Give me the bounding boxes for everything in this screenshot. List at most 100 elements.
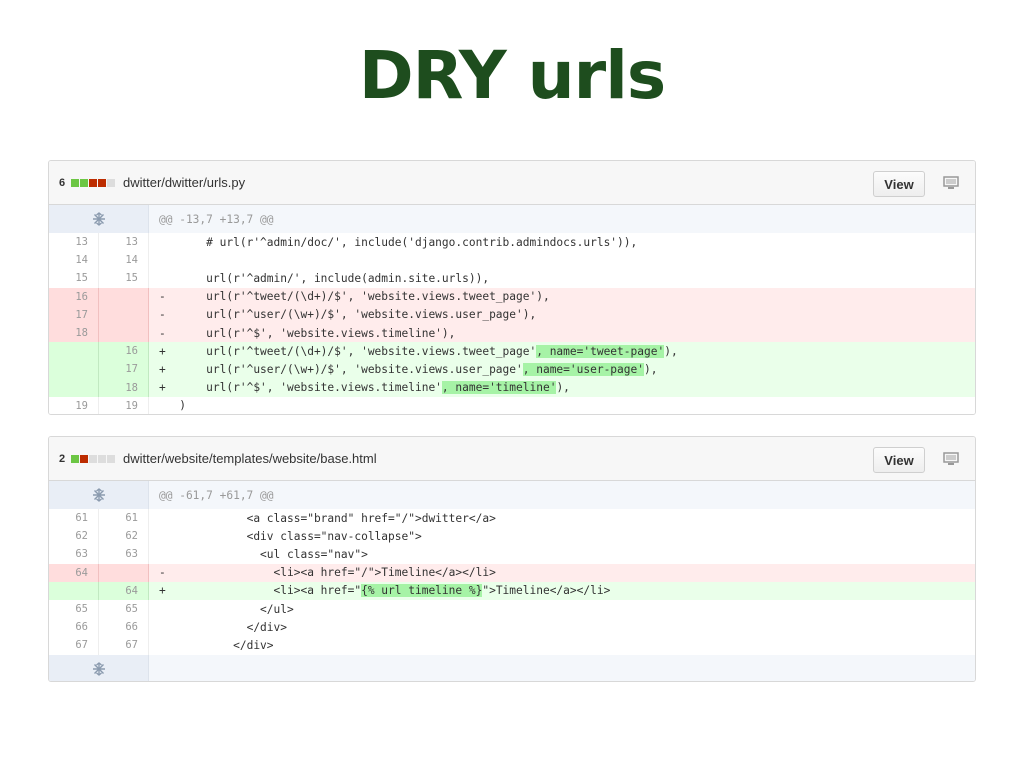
file-path[interactable]: dwitter/website/templates/website/base.h…: [123, 451, 377, 466]
code-text: url(r'^tweet/(\d+)/$', 'website.views.tw…: [179, 290, 550, 304]
code-line: ): [149, 397, 975, 414]
code-spacer: [166, 512, 179, 525]
code-line: url(r'^admin/', include(admin.site.urls)…: [149, 269, 975, 287]
old-line-number[interactable]: 67: [49, 636, 99, 655]
new-line-number[interactable]: 16: [99, 342, 149, 361]
new-line-number[interactable]: 64: [99, 581, 149, 600]
old-line-number[interactable]: 64: [49, 563, 99, 582]
code-text: ),: [556, 381, 570, 395]
expand-button[interactable]: [49, 654, 149, 681]
added-line: 16 + url(r'^tweet/(\d+)/$', 'website.view…: [49, 342, 975, 361]
context-line: 15 15 url(r'^admin/', include(admin.site.…: [49, 269, 975, 288]
code-highlight: {% url timeline %}: [361, 584, 483, 598]
expand-button[interactable]: [49, 205, 149, 233]
old-line-number[interactable]: 15: [49, 269, 99, 288]
code-highlight: , name='timeline': [441, 381, 557, 395]
code-line: - <li><a href="/">Timeline</a></li>: [149, 564, 975, 582]
context-line: 62 62 <div class="nav-collapse">: [49, 527, 975, 546]
code-text: url(r'^admin/', include(admin.site.urls)…: [179, 271, 490, 285]
diff-marker: +: [159, 584, 166, 598]
code-text: <div class="nav-collapse">: [179, 529, 422, 543]
hunk-range: @@ -13,7 +13,7 @@: [159, 212, 274, 226]
old-line-number[interactable]: 66: [49, 618, 99, 637]
code-line: </ul>: [149, 600, 975, 618]
old-line-number[interactable]: 17: [49, 305, 99, 324]
expand-icon[interactable]: [92, 661, 106, 676]
new-line-number[interactable]: 65: [99, 599, 149, 619]
context-line: 65 65 </ul>: [49, 599, 975, 619]
diff-marker: -: [159, 326, 166, 340]
code-spacer: [166, 399, 179, 412]
old-line-number[interactable]: [49, 581, 99, 600]
diff-marker: -: [159, 308, 166, 322]
diffstat-bar: [71, 454, 115, 463]
old-line-number[interactable]: 19: [49, 396, 99, 414]
new-line-number[interactable]: 66: [99, 618, 149, 637]
code-spacer: [166, 548, 179, 561]
new-line-number[interactable]: 15: [99, 269, 149, 288]
old-line-number[interactable]: 61: [49, 509, 99, 528]
diff-marker: [159, 254, 166, 267]
old-line-number[interactable]: 63: [49, 545, 99, 564]
code-line: </div>: [149, 636, 975, 654]
new-line-number[interactable]: 13: [99, 233, 149, 252]
file-header: 2 dwitter/website/templates/website/base…: [49, 437, 975, 481]
code-line: - url(r'^tweet/(\d+)/$', 'website.views.…: [149, 288, 975, 306]
new-line-number[interactable]: 67: [99, 636, 149, 655]
old-line-number[interactable]: 65: [49, 599, 99, 619]
expand-icon[interactable]: [92, 488, 106, 502]
expand-icon[interactable]: [92, 212, 106, 226]
monitor-icon[interactable]: [943, 452, 959, 466]
code-text: ">Timeline</a></li>: [482, 584, 611, 598]
view-button[interactable]: View: [873, 447, 925, 473]
deleted-line: 17 - url(r'^user/(\w+)/$', 'website.views…: [49, 305, 975, 324]
old-line-number[interactable]: 14: [49, 251, 99, 270]
old-line-number[interactable]: 13: [49, 233, 99, 252]
diff-marker: -: [159, 566, 166, 580]
new-line-number[interactable]: 62: [99, 527, 149, 546]
new-line-number[interactable]: 14: [99, 251, 149, 270]
monitor-icon[interactable]: [943, 176, 959, 190]
code-spacer: [166, 345, 179, 358]
code-spacer: [166, 584, 179, 597]
old-line-number[interactable]: 18: [49, 323, 99, 343]
old-line-number[interactable]: [49, 378, 99, 397]
new-line-number[interactable]: [99, 287, 149, 306]
new-line-number[interactable]: 17: [99, 360, 149, 379]
page-title: DRY urls: [358, 37, 666, 114]
new-line-number[interactable]: 18: [99, 378, 149, 397]
change-count: 2: [59, 452, 66, 465]
code-text: # url(r'^admin/doc/', include('django.co…: [179, 235, 638, 249]
diff-marker: [159, 272, 166, 285]
old-line-number[interactable]: [49, 360, 99, 379]
file-path[interactable]: dwitter/dwitter/urls.py: [123, 175, 245, 190]
new-line-number[interactable]: 63: [99, 545, 149, 564]
code-spacer: [166, 290, 179, 303]
view-button[interactable]: View: [873, 171, 925, 197]
code-spacer: [166, 236, 179, 249]
code-text: url(r'^$', 'website.views.timeline': [179, 381, 442, 395]
new-line-number[interactable]: 61: [99, 509, 149, 528]
code-highlight: , name='tweet-page': [536, 344, 665, 358]
code-highlight: , name='user-page': [522, 362, 644, 376]
code-line: </div>: [149, 618, 975, 636]
new-line-number[interactable]: [99, 563, 149, 582]
diff-marker: [159, 621, 166, 634]
diff-body: @@ -61,7 +61,7 @@ 61 61 <a class="brand" h…: [49, 481, 975, 681]
diff-marker: +: [159, 381, 166, 395]
code-spacer: [166, 530, 179, 543]
new-line-number[interactable]: 19: [99, 396, 149, 414]
context-line: 13 13 # url(r'^admin/doc/', include('djan…: [49, 233, 975, 252]
old-line-number[interactable]: 62: [49, 527, 99, 546]
code-line: <ul class="nav">: [149, 545, 975, 563]
code-line: [149, 251, 975, 269]
context-line: 61 61 <a class="brand" href="/">dwitter</…: [49, 509, 975, 528]
new-line-number[interactable]: [99, 305, 149, 324]
old-line-number[interactable]: [49, 342, 99, 361]
code-text: <ul class="nav">: [179, 547, 368, 561]
new-line-number[interactable]: [99, 323, 149, 343]
code-text: </ul>: [179, 602, 294, 616]
old-line-number[interactable]: 16: [49, 287, 99, 306]
code-line: - url(r'^user/(\w+)/$', 'website.views.u…: [149, 306, 975, 324]
expand-button[interactable]: [49, 481, 149, 509]
